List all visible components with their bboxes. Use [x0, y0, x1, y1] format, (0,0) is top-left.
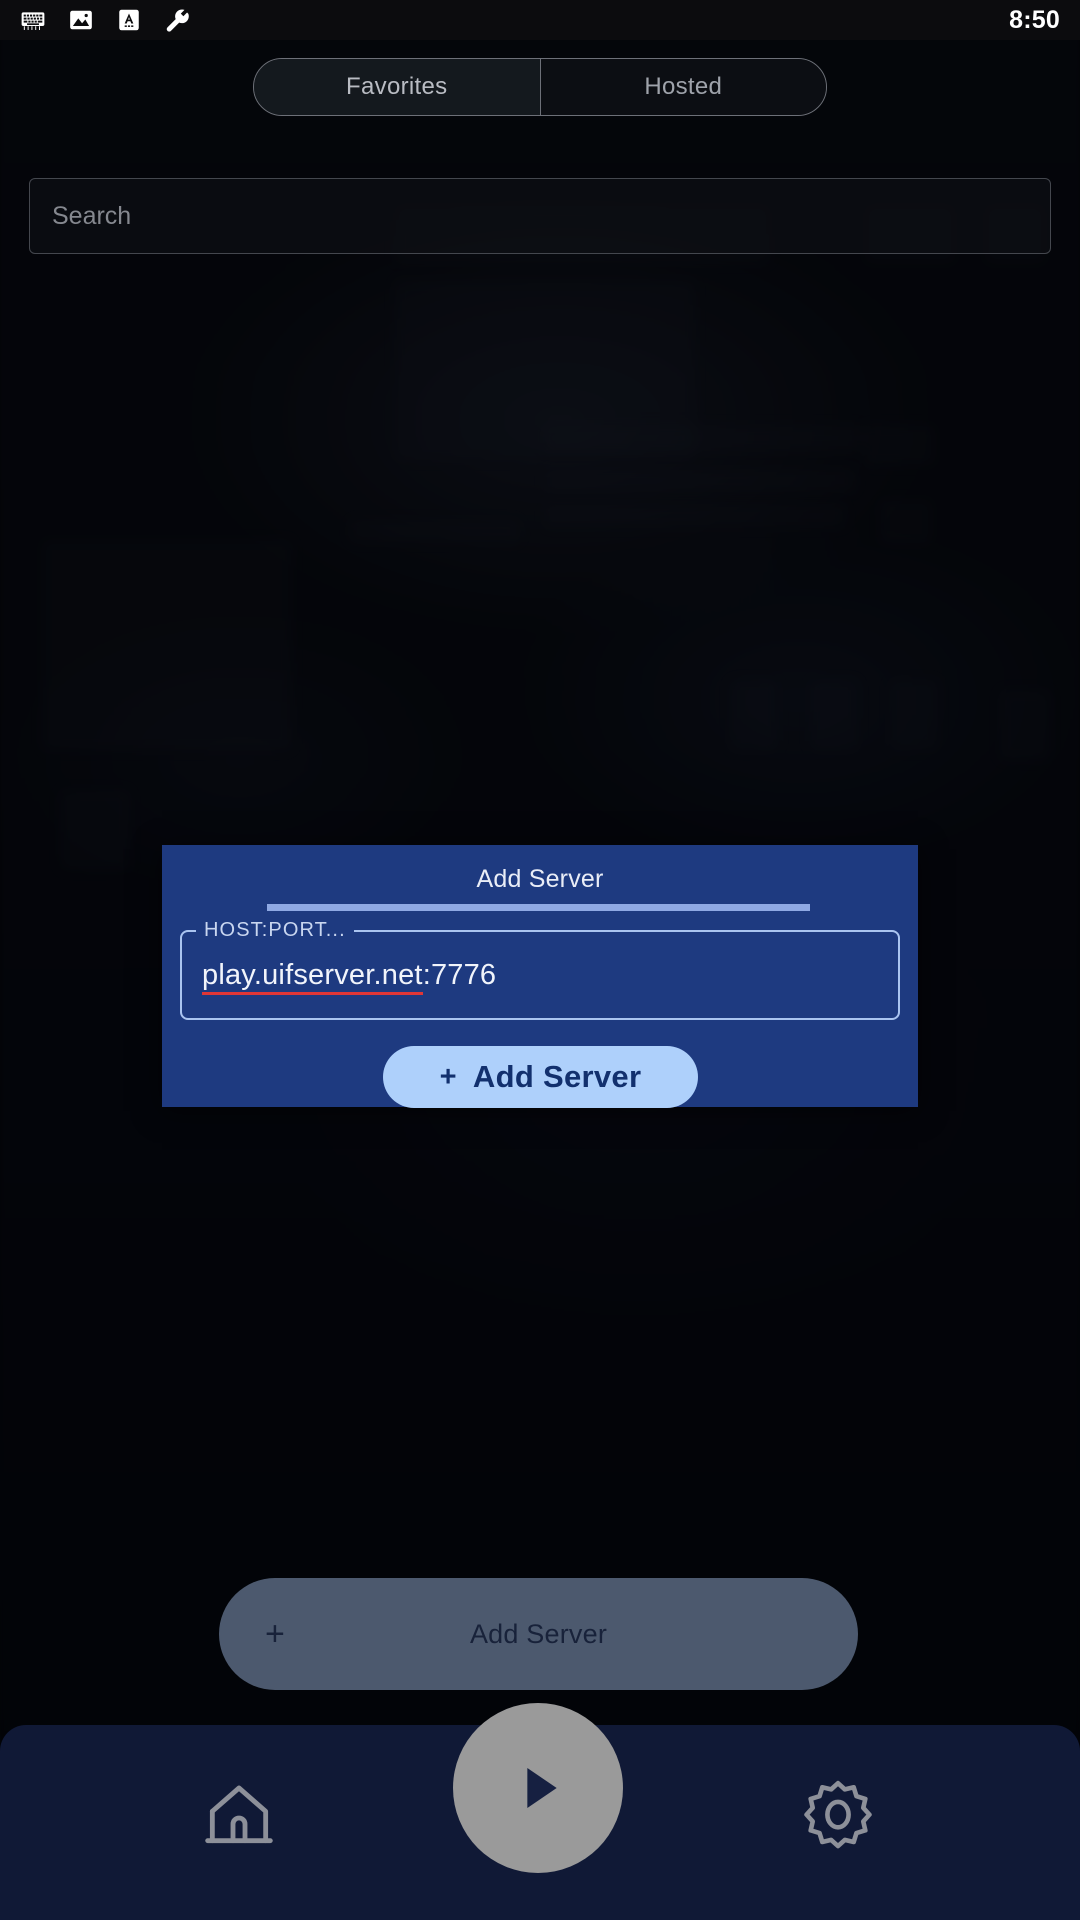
dialog-add-server-label: Add Server	[472, 1059, 642, 1094]
status-bar: 8:50	[0, 0, 1080, 40]
host-name-misspelled: play.uifserver.net	[202, 958, 423, 995]
tab-favorites[interactable]: Favorites	[254, 59, 540, 115]
nav-settings-button[interactable]	[795, 1773, 881, 1859]
add-server-button[interactable]: + Add Server	[219, 1578, 858, 1690]
home-icon	[205, 1785, 273, 1844]
search-field[interactable]	[29, 178, 1051, 254]
play-icon	[527, 1768, 557, 1808]
image-icon	[70, 10, 92, 30]
clock: 8:50	[1009, 5, 1060, 34]
keyboard-icon	[21, 12, 45, 30]
plus-icon: +	[439, 1060, 457, 1093]
tab-bar: Favorites Hosted	[253, 58, 827, 116]
app-screen: 8:50 Favorites Hosted Add Server HOST:PO…	[0, 0, 1080, 1920]
text-format-icon	[119, 9, 139, 31]
nav-home-button[interactable]	[196, 1773, 282, 1859]
add-server-button-label: Add Server	[469, 1618, 608, 1649]
host-port-label: HOST:PORT...	[196, 919, 354, 942]
host-port-number: :7776	[422, 958, 497, 991]
dialog-add-server-button[interactable]: + Add Server	[383, 1046, 698, 1108]
dialog-accent-divider	[267, 904, 810, 911]
dialog-title: Add Server	[476, 865, 604, 893]
search-input[interactable]	[52, 179, 1050, 253]
nav-play-button[interactable]	[453, 1703, 623, 1873]
settings-gear-icon	[804, 1780, 872, 1849]
plus-icon: +	[265, 1614, 285, 1653]
tab-hosted[interactable]: Hosted	[539, 59, 826, 115]
wrench-icon	[166, 9, 189, 32]
host-port-field[interactable]: HOST:PORT... play.uifserver.net:7776	[180, 919, 900, 1020]
host-port-value: play.uifserver.net:7776	[202, 958, 497, 995]
status-bar-icons	[20, 7, 190, 33]
bottom-navigation-bar	[0, 1703, 1080, 1920]
